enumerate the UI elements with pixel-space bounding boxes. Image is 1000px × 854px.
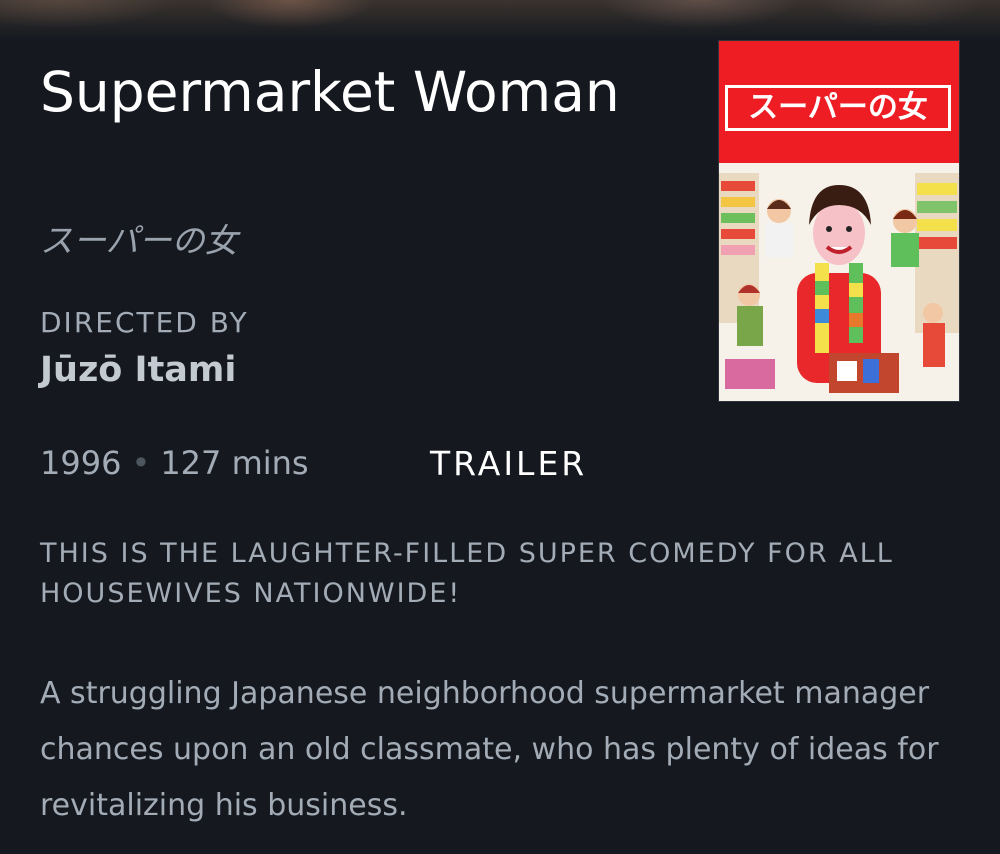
film-poster[interactable]: スーパーの女 — [718, 40, 960, 402]
directed-by-label: DIRECTED BY — [40, 306, 249, 339]
director-link[interactable]: Jūzō Itami — [40, 350, 236, 390]
synopsis: A struggling Japanese neighborhood super… — [40, 676, 939, 823]
trailer-button[interactable]: TRAILER — [430, 444, 587, 483]
film-detail-page: Supermarket Woman スーパーの女 DIRECTED BY Jūz… — [0, 0, 1000, 854]
film-metadata: 1996 • 127 mins — [40, 444, 309, 482]
backdrop-image — [0, 0, 1000, 40]
release-year-link[interactable]: 1996 — [40, 444, 121, 482]
tagline: THIS IS THE LAUGHTER-FILLED SUPER COMEDY… — [40, 538, 894, 609]
runtime: 127 mins — [160, 444, 309, 482]
film-title: Supermarket Woman — [40, 60, 620, 124]
poster-title-text: スーパーの女 — [725, 85, 951, 131]
poster-illustration — [719, 163, 959, 401]
original-title: スーパーの女 — [40, 221, 238, 260]
separator-dot: • — [131, 444, 151, 482]
